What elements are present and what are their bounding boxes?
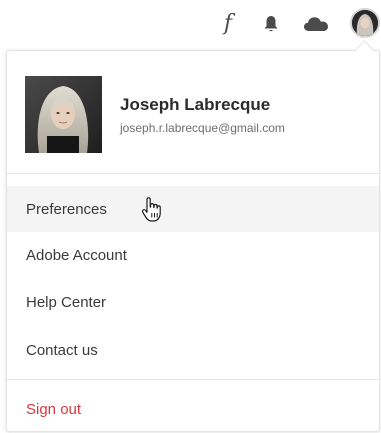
menu-item-label: Help Center [26,293,107,311]
fonts-glyph: f [223,11,233,36]
divider [7,379,379,380]
avatar[interactable] [350,8,380,38]
avatar-image [350,8,380,38]
profile-section: Joseph Labrecque joseph.r.labrecque@gmai… [7,51,379,173]
sign-out-label: Sign out [26,400,82,418]
menu-item-adobe-account[interactable]: Adobe Account [7,232,379,278]
divider [7,173,379,174]
profile-photo [25,76,102,153]
profile-email: joseph.r.labrecque@gmail.com [120,121,285,135]
cloud-icon[interactable] [302,10,330,38]
menu-item-preferences[interactable]: Preferences [7,186,379,232]
menu-item-label: Preferences [26,200,107,218]
sign-out-button[interactable]: Sign out [7,386,379,431]
menu-item-label: Adobe Account [26,246,127,264]
fonts-icon[interactable]: f [214,10,242,38]
menu-item-label: Contact us [26,341,98,359]
menu-item-contact-us[interactable]: Contact us [7,327,379,373]
bell-svg [264,16,278,32]
menu-item-help-center[interactable]: Help Center [7,279,379,325]
account-dropdown: Joseph Labrecque joseph.r.labrecque@gmai… [6,50,380,432]
bell-icon[interactable] [257,10,285,38]
cloud-svg [304,17,328,31]
hand-cursor-icon [141,197,163,223]
profile-name: Joseph Labrecque [120,95,271,114]
top-toolbar: f [0,0,381,48]
